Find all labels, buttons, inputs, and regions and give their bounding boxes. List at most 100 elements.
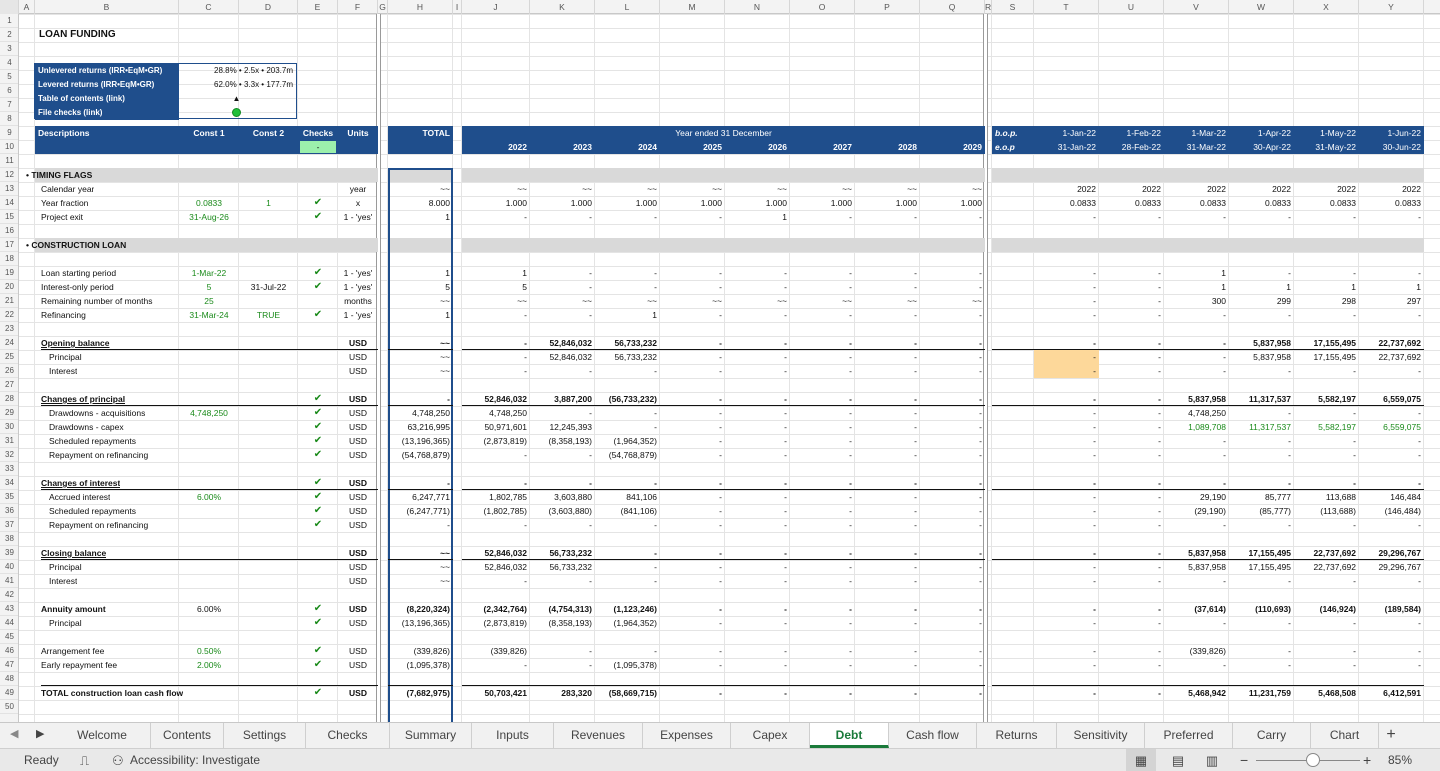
row-header-9[interactable]: 9 bbox=[0, 126, 18, 140]
row-header-5[interactable]: 5 bbox=[0, 70, 18, 84]
tab-sensitivity[interactable]: Sensitivity bbox=[1057, 723, 1145, 748]
summary-label-3[interactable]: Table of contents (link) bbox=[35, 92, 179, 106]
row-header-21[interactable]: 21 bbox=[0, 294, 18, 308]
row-header-15[interactable]: 15 bbox=[0, 210, 18, 224]
row-header-30[interactable]: 30 bbox=[0, 420, 18, 434]
row-header-11[interactable]: 11 bbox=[0, 154, 18, 168]
row-header-10[interactable]: 10 bbox=[0, 140, 18, 154]
column-header-r[interactable]: R bbox=[985, 0, 992, 14]
const-1-value[interactable]: 2.00% bbox=[179, 658, 239, 672]
row-header-12[interactable]: 12 bbox=[0, 168, 18, 182]
spreadsheet-grid[interactable]: LOAN FUNDING Unlevered returns (IRR•EqM•G… bbox=[19, 14, 1440, 722]
row-header-14[interactable]: 14 bbox=[0, 196, 18, 210]
column-header-s[interactable]: S bbox=[992, 0, 1034, 14]
add-sheet-button[interactable]: + bbox=[1379, 723, 1403, 748]
column-header-e[interactable]: E bbox=[298, 0, 338, 14]
row-header-18[interactable]: 18 bbox=[0, 252, 18, 266]
column-header-y[interactable]: Y bbox=[1359, 0, 1424, 14]
tab-chart[interactable]: Chart bbox=[1311, 723, 1379, 748]
const-1-value[interactable]: 31-Aug-26 bbox=[179, 210, 239, 224]
tab-preferred[interactable]: Preferred bbox=[1145, 723, 1233, 748]
header-check-status[interactable]: - bbox=[300, 141, 336, 153]
normal-view-icon[interactable]: ▦ bbox=[1126, 749, 1156, 771]
row-header-40[interactable]: 40 bbox=[0, 560, 18, 574]
column-header-v[interactable]: V bbox=[1164, 0, 1229, 14]
accessibility-status[interactable]: Accessibility: Investigate bbox=[130, 749, 260, 771]
row-header-37[interactable]: 37 bbox=[0, 518, 18, 532]
const-1-value[interactable]: 31-Mar-24 bbox=[179, 308, 239, 322]
zoom-in-icon[interactable]: + bbox=[1363, 749, 1371, 771]
row-header-3[interactable]: 3 bbox=[0, 42, 18, 56]
row-header-32[interactable]: 32 bbox=[0, 448, 18, 462]
row-header-34[interactable]: 34 bbox=[0, 476, 18, 490]
const-1-value[interactable]: 1-Mar-22 bbox=[179, 266, 239, 280]
row-header-20[interactable]: 20 bbox=[0, 280, 18, 294]
select-all-corner[interactable] bbox=[0, 0, 19, 14]
const-1-value[interactable]: 4,748,250 bbox=[179, 406, 239, 420]
row-header-8[interactable]: 8 bbox=[0, 112, 18, 126]
column-header-o[interactable]: O bbox=[790, 0, 855, 14]
row-header-36[interactable]: 36 bbox=[0, 504, 18, 518]
column-header-x[interactable]: X bbox=[1294, 0, 1359, 14]
row-header-19[interactable]: 19 bbox=[0, 266, 18, 280]
tab-summary[interactable]: Summary bbox=[390, 723, 472, 748]
row-header-16[interactable]: 16 bbox=[0, 224, 18, 238]
tab-revenues[interactable]: Revenues bbox=[554, 723, 643, 748]
row-header-47[interactable]: 47 bbox=[0, 658, 18, 672]
accessibility-icon[interactable]: ⚇ bbox=[112, 749, 124, 771]
tab-inputs[interactable]: Inputs bbox=[472, 723, 554, 748]
tab-welcome[interactable]: Welcome bbox=[54, 723, 151, 748]
row-header-49[interactable]: 49 bbox=[0, 686, 18, 700]
tab-cash-flow[interactable]: Cash flow bbox=[889, 723, 977, 748]
row-header-45[interactable]: 45 bbox=[0, 630, 18, 644]
row-header-26[interactable]: 26 bbox=[0, 364, 18, 378]
column-header-i[interactable]: I bbox=[453, 0, 462, 14]
const-2-value[interactable]: 1 bbox=[239, 196, 298, 210]
column-header-f[interactable]: F bbox=[338, 0, 378, 14]
column-header-l[interactable]: L bbox=[595, 0, 660, 14]
row-header-1[interactable]: 1 bbox=[0, 14, 18, 28]
row-header-17[interactable]: 17 bbox=[0, 238, 18, 252]
const-1-value[interactable]: 0.0833 bbox=[179, 196, 239, 210]
column-header-t[interactable]: T bbox=[1034, 0, 1099, 14]
tab-settings[interactable]: Settings bbox=[224, 723, 306, 748]
row-header-24[interactable]: 24 bbox=[0, 336, 18, 350]
column-header-c[interactable]: C bbox=[179, 0, 239, 14]
column-header-g[interactable]: G bbox=[378, 0, 388, 14]
const-2-value[interactable]: TRUE bbox=[239, 308, 298, 322]
column-header-u[interactable]: U bbox=[1099, 0, 1164, 14]
row-header-29[interactable]: 29 bbox=[0, 406, 18, 420]
row-header-4[interactable]: 4 bbox=[0, 56, 18, 70]
const-1-value[interactable]: 5 bbox=[179, 280, 239, 294]
tab-expenses[interactable]: Expenses bbox=[643, 723, 731, 748]
tab-scroll-left-icon[interactable]: ◀ bbox=[10, 723, 18, 746]
row-header-38[interactable]: 38 bbox=[0, 532, 18, 546]
row-header-25[interactable]: 25 bbox=[0, 350, 18, 364]
row-header-33[interactable]: 33 bbox=[0, 462, 18, 476]
zoom-out-icon[interactable]: − bbox=[1240, 749, 1248, 771]
const-1-value[interactable]: 0.50% bbox=[179, 644, 239, 658]
row-header-27[interactable]: 27 bbox=[0, 378, 18, 392]
row-header-42[interactable]: 42 bbox=[0, 588, 18, 602]
row-header-35[interactable]: 35 bbox=[0, 490, 18, 504]
table-of-contents-link-icon[interactable]: ▲ bbox=[180, 92, 296, 106]
row-header-48[interactable]: 48 bbox=[0, 672, 18, 686]
column-header-a[interactable]: A bbox=[19, 0, 35, 14]
row-header-6[interactable]: 6 bbox=[0, 84, 18, 98]
macro-record-icon[interactable]: ⎍ bbox=[80, 749, 89, 771]
row-header-28[interactable]: 28 bbox=[0, 392, 18, 406]
zoom-slider-knob[interactable] bbox=[1306, 753, 1320, 767]
column-header-b[interactable]: B bbox=[35, 0, 179, 14]
row-header-31[interactable]: 31 bbox=[0, 434, 18, 448]
tab-capex[interactable]: Capex bbox=[731, 723, 810, 748]
file-checks-status-icon[interactable] bbox=[180, 106, 296, 120]
row-header-41[interactable]: 41 bbox=[0, 574, 18, 588]
row-header-39[interactable]: 39 bbox=[0, 546, 18, 560]
column-header-j[interactable]: J bbox=[462, 0, 530, 14]
row-header-22[interactable]: 22 bbox=[0, 308, 18, 322]
page-break-icon[interactable]: ▥ bbox=[1200, 749, 1224, 771]
row-header-7[interactable]: 7 bbox=[0, 98, 18, 112]
column-header-m[interactable]: M bbox=[660, 0, 725, 14]
const-1-value[interactable]: 6.00% bbox=[179, 490, 239, 504]
summary-label-4[interactable]: File checks (link) bbox=[35, 106, 179, 120]
